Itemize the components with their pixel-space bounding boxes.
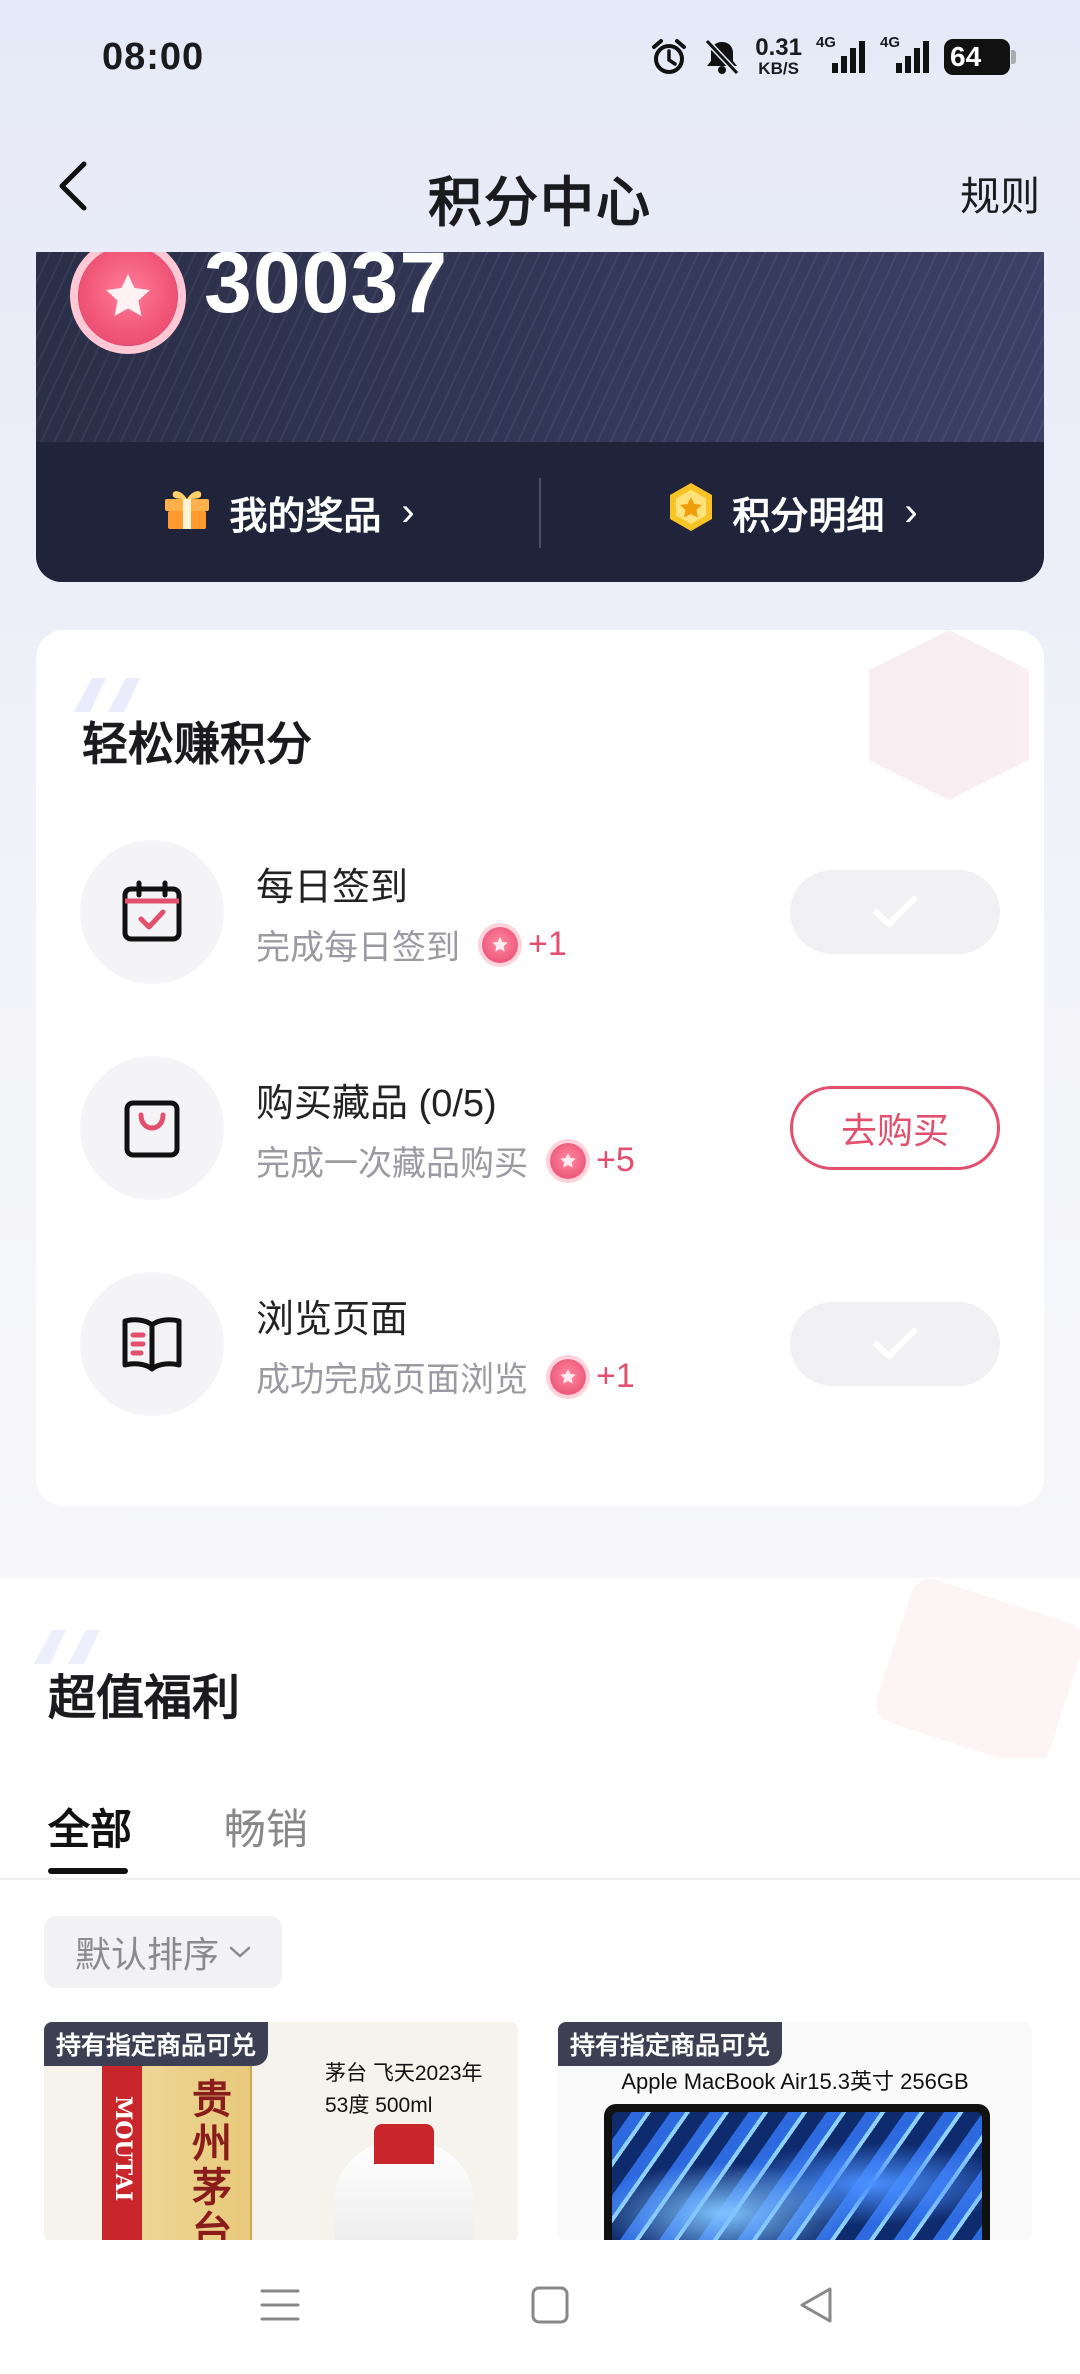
product-badge: 持有指定商品可兑 [558, 2022, 783, 2066]
points-coin-icon [550, 1142, 586, 1179]
system-nav-bar [0, 2240, 1080, 2374]
chevron-right-icon: › [904, 489, 918, 534]
laptop-screen [612, 2112, 982, 2242]
decoration-icon [876, 1579, 1080, 1758]
signal-icon: 4G [816, 34, 866, 75]
header: 积分中心 规则 [0, 130, 1080, 250]
calendar-check-icon [80, 840, 224, 984]
status-icons: 0.31 KB/S 4G 4G 64 [649, 34, 1016, 78]
home-icon[interactable] [520, 2280, 580, 2330]
points-card-actions: 我的奖品 › 积分明细 › [36, 442, 1044, 582]
speed-unit: KB/S [758, 59, 799, 78]
task-browse-page: 浏览页面 成功完成页面浏览 +1 [36, 1272, 1044, 1422]
task-desc: 完成一次藏品购买 +5 [256, 1136, 635, 1185]
rules-link[interactable]: 规则 [960, 164, 1040, 222]
points-card-top: 30037 [36, 252, 1044, 442]
task-desc: 完成每日签到 +1 [256, 920, 567, 969]
task-reward: +5 [596, 1141, 635, 1179]
network-type-2: 4G [879, 34, 900, 51]
my-prizes-button[interactable]: 我的奖品 › [36, 442, 540, 582]
sort-dropdown[interactable]: 默认排序 [44, 1916, 282, 1988]
product-image-band: MOUTAI [102, 2062, 142, 2242]
task-buy-collectible: 购买藏品 (0/5) 完成一次藏品购买 +5 去购买 [36, 1056, 1044, 1206]
product-box-text: 贵州茅台 [192, 2076, 232, 2243]
star-decoration-icon [869, 630, 1029, 800]
benefit-tabs: 全部 畅销 [0, 1786, 1080, 1882]
task-daily-checkin: 每日签到 完成每日签到 +1 [36, 840, 1044, 990]
divider [539, 478, 541, 548]
product-image [604, 2104, 990, 2242]
checkmark-icon [873, 896, 917, 927]
shopping-bag-icon [80, 1056, 224, 1200]
product-card-moutai[interactable]: 持有指定商品可兑 MOUTAI 贵州茅台 茅台 飞天2023年 53度 500m… [44, 2022, 518, 2242]
my-prizes-label: 我的奖品 [229, 495, 382, 538]
page-title: 积分中心 [428, 173, 652, 233]
task-desc-text: 成功完成页面浏览 [256, 1361, 528, 1399]
checkmark-icon [873, 1328, 917, 1359]
points-card: 30037 我的奖品 › 积分明细 › [36, 252, 1044, 582]
product-name: 茅台 飞天2023年 53度 500ml [325, 2062, 483, 2117]
points-coin-icon [78, 252, 178, 346]
points-detail-label: 积分明细 [732, 495, 885, 538]
earn-points-card: 轻松赚积分 每日签到 完成每日签到 +1 购买藏品 (0/5) 完成一次藏品购买… [36, 630, 1044, 1506]
status-time: 08:00 [102, 36, 205, 78]
task-reward: +1 [596, 1357, 635, 1395]
points-coin-icon [482, 926, 518, 963]
battery-level: 64 [950, 40, 982, 72]
points-detail-button[interactable]: 积分明细 › [540, 442, 1044, 582]
open-book-icon [80, 1272, 224, 1416]
points-coin-icon [550, 1358, 586, 1395]
battery-icon: 64 [944, 38, 1016, 75]
network-speed: 0.31 KB/S [755, 34, 802, 78]
product-badge: 持有指定商品可兑 [44, 2022, 269, 2066]
earn-title: 轻松赚积分 [82, 718, 312, 770]
product-name: Apple MacBook Air15.3英寸 256GB [621, 2069, 969, 2094]
status-bar: 08:00 0.31 KB/S 4G 4G 64 [0, 0, 1080, 120]
network-type-1: 4G [815, 34, 836, 51]
speed-value: 0.31 [755, 34, 802, 61]
task-name: 每日签到 [256, 867, 409, 909]
product-card-macbook[interactable]: 持有指定商品可兑 Apple MacBook Air15.3英寸 256GB [558, 2022, 1032, 2242]
benefits-title: 超值福利 [48, 1672, 241, 1725]
task-name: 浏览页面 [256, 1299, 409, 1341]
alarm-icon [649, 37, 689, 77]
signal-icon-2: 4G [880, 34, 930, 75]
points-value: 30037 [204, 252, 449, 331]
task-desc: 成功完成页面浏览 +1 [256, 1352, 635, 1401]
hexagon-coin-icon [666, 481, 716, 543]
task-completed-button[interactable] [790, 1302, 1000, 1386]
task-desc-text: 完成一次藏品购买 [256, 1145, 528, 1183]
sort-label: 默认排序 [74, 1934, 219, 1975]
chevron-down-icon [229, 1946, 251, 1958]
product-brand-text: MOUTAI [110, 2096, 136, 2202]
task-reward: +1 [528, 925, 567, 963]
tab-bestselling[interactable]: 畅销 [224, 1796, 308, 1857]
back-triangle-icon[interactable] [786, 2280, 846, 2330]
divider [0, 1878, 1080, 1880]
active-tab-indicator [48, 1868, 128, 1874]
menu-icon[interactable] [250, 2280, 310, 2330]
task-name: 购买藏品 (0/5) [256, 1083, 497, 1125]
chevron-right-icon: › [401, 489, 415, 534]
gift-icon [161, 483, 213, 541]
tab-all[interactable]: 全部 [48, 1796, 132, 1857]
task-desc-text: 完成每日签到 [256, 929, 460, 967]
task-completed-button[interactable] [790, 870, 1000, 954]
mute-icon [703, 37, 741, 77]
bottle-cap-image [374, 2124, 434, 2164]
go-buy-button[interactable]: 去购买 [790, 1086, 1000, 1170]
